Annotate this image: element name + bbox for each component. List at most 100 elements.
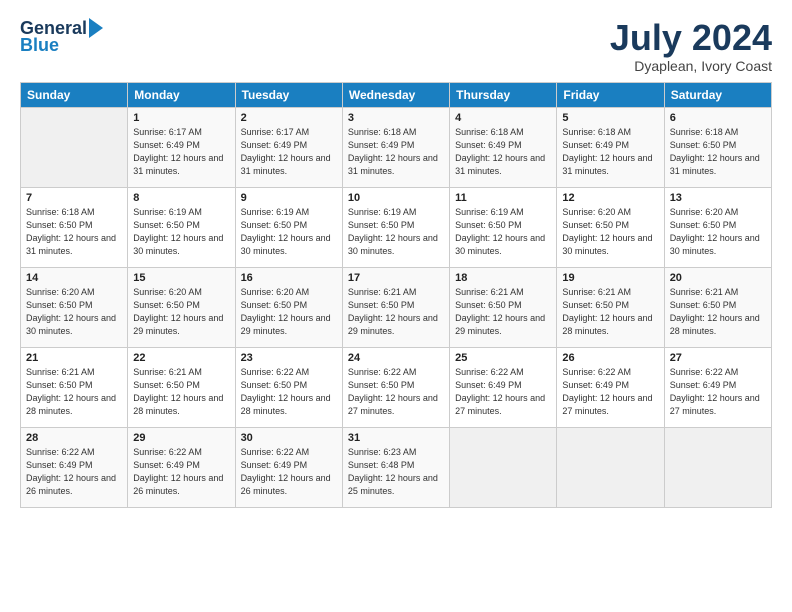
calendar-cell: 21 Sunrise: 6:21 AMSunset: 6:50 PMDayligh… <box>21 347 128 427</box>
cell-detail-text: Sunrise: 6:21 AMSunset: 6:50 PMDaylight:… <box>348 286 444 338</box>
cell-detail-text: Sunrise: 6:19 AMSunset: 6:50 PMDaylight:… <box>455 206 551 258</box>
calendar-cell: 20Sunrise: 6:21 AMSunset: 6:50 PMDayligh… <box>664 267 771 347</box>
cell-detail-text: Sunrise: 6:22 AMSunset: 6:49 PMDaylight:… <box>562 366 658 418</box>
calendar-week-row: 14 Sunrise: 6:20 AMSunset: 6:50 PMDayligh… <box>21 267 772 347</box>
calendar-cell <box>21 107 128 187</box>
calendar-cell: 5 Sunrise: 6:18 AMSunset: 6:49 PMDaylight… <box>557 107 664 187</box>
cell-detail-text: Sunrise: 6:19 AMSunset: 6:50 PMDaylight:… <box>133 206 229 258</box>
weekday-header-wednesday: Wednesday <box>342 82 449 107</box>
calendar-cell <box>557 427 664 507</box>
logo-arrow-icon <box>89 18 103 38</box>
calendar-cell: 24 Sunrise: 6:22 AMSunset: 6:50 PMDayligh… <box>342 347 449 427</box>
calendar-cell: 1 Sunrise: 6:17 AMSunset: 6:49 PMDaylight… <box>128 107 235 187</box>
title-area: July 2024 Dyaplean, Ivory Coast <box>610 18 772 74</box>
cell-detail-text: Sunrise: 6:20 AMSunset: 6:50 PMDaylight:… <box>562 206 658 258</box>
calendar-cell: 4 Sunrise: 6:18 AMSunset: 6:49 PMDaylight… <box>450 107 557 187</box>
day-number: 29 <box>133 432 229 444</box>
calendar-cell: 17 Sunrise: 6:21 AMSunset: 6:50 PMDayligh… <box>342 267 449 347</box>
cell-detail-text: Sunrise: 6:21 AMSunset: 6:50 PMDaylight:… <box>455 286 551 338</box>
calendar-cell: 10Sunrise: 6:19 AMSunset: 6:50 PMDayligh… <box>342 187 449 267</box>
calendar-cell <box>664 427 771 507</box>
day-number: 7 <box>26 192 122 204</box>
calendar-cell: 8 Sunrise: 6:19 AMSunset: 6:50 PMDaylight… <box>128 187 235 267</box>
day-number: 11 <box>455 192 551 204</box>
cell-detail-text: Sunrise: 6:20 AMSunset: 6:50 PMDaylight:… <box>133 286 229 338</box>
day-number: 17 <box>348 272 444 284</box>
calendar-cell: 29 Sunrise: 6:22 AMSunset: 6:49 PMDayligh… <box>128 427 235 507</box>
cell-detail-text: Sunrise: 6:22 AMSunset: 6:49 PMDaylight:… <box>133 446 229 498</box>
cell-detail-text: Sunrise: 6:21 AMSunset: 6:50 PMDaylight:… <box>26 366 122 418</box>
calendar-cell: 11 Sunrise: 6:19 AMSunset: 6:50 PMDayligh… <box>450 187 557 267</box>
day-number: 3 <box>348 112 444 124</box>
cell-detail-text: Sunrise: 6:18 AMSunset: 6:50 PMDaylight:… <box>670 126 766 178</box>
calendar-cell: 22 Sunrise: 6:21 AMSunset: 6:50 PMDayligh… <box>128 347 235 427</box>
calendar-cell: 7 Sunrise: 6:18 AMSunset: 6:50 PMDaylight… <box>21 187 128 267</box>
day-number: 26 <box>562 352 658 364</box>
cell-detail-text: Sunrise: 6:22 AMSunset: 6:49 PMDaylight:… <box>455 366 551 418</box>
day-number: 21 <box>26 352 122 364</box>
day-number: 25 <box>455 352 551 364</box>
calendar-cell: 28 Sunrise: 6:22 AMSunset: 6:49 PMDayligh… <box>21 427 128 507</box>
cell-detail-text: Sunrise: 6:22 AMSunset: 6:49 PMDaylight:… <box>26 446 122 498</box>
day-number: 6 <box>670 112 766 124</box>
cell-detail-text: Sunrise: 6:20 AMSunset: 6:50 PMDaylight:… <box>26 286 122 338</box>
day-number: 18 <box>455 272 551 284</box>
day-number: 23 <box>241 352 337 364</box>
header: General Blue July 2024 Dyaplean, Ivory C… <box>20 18 772 74</box>
weekday-header-friday: Friday <box>557 82 664 107</box>
calendar-cell: 31 Sunrise: 6:23 AMSunset: 6:48 PMDayligh… <box>342 427 449 507</box>
location-text: Dyaplean, Ivory Coast <box>610 58 772 74</box>
calendar-table: SundayMondayTuesdayWednesdayThursdayFrid… <box>20 82 772 508</box>
calendar-cell: 26 Sunrise: 6:22 AMSunset: 6:49 PMDayligh… <box>557 347 664 427</box>
cell-detail-text: Sunrise: 6:22 AMSunset: 6:49 PMDaylight:… <box>670 366 766 418</box>
day-number: 28 <box>26 432 122 444</box>
day-number: 4 <box>455 112 551 124</box>
weekday-header-saturday: Saturday <box>664 82 771 107</box>
weekday-header-row: SundayMondayTuesdayWednesdayThursdayFrid… <box>21 82 772 107</box>
calendar-week-row: 1 Sunrise: 6:17 AMSunset: 6:49 PMDaylight… <box>21 107 772 187</box>
cell-detail-text: Sunrise: 6:22 AMSunset: 6:50 PMDaylight:… <box>241 366 337 418</box>
calendar-cell: 3 Sunrise: 6:18 AMSunset: 6:49 PMDaylight… <box>342 107 449 187</box>
day-number: 22 <box>133 352 229 364</box>
calendar-cell: 2Sunrise: 6:17 AMSunset: 6:49 PMDaylight… <box>235 107 342 187</box>
day-number: 31 <box>348 432 444 444</box>
calendar-cell: 15 Sunrise: 6:20 AMSunset: 6:50 PMDayligh… <box>128 267 235 347</box>
day-number: 15 <box>133 272 229 284</box>
calendar-cell <box>450 427 557 507</box>
cell-detail-text: Sunrise: 6:19 AMSunset: 6:50 PMDaylight:… <box>348 206 444 258</box>
cell-detail-text: Sunrise: 6:18 AMSunset: 6:49 PMDaylight:… <box>348 126 444 178</box>
day-number: 27 <box>670 352 766 364</box>
day-number: 24 <box>348 352 444 364</box>
calendar-cell: 25 Sunrise: 6:22 AMSunset: 6:49 PMDayligh… <box>450 347 557 427</box>
cell-detail-text: Sunrise: 6:18 AMSunset: 6:50 PMDaylight:… <box>26 206 122 258</box>
logo: General Blue <box>20 18 103 56</box>
day-number: 30 <box>241 432 337 444</box>
cell-detail-text: Sunrise: 6:21 AMSunset: 6:50 PMDaylight:… <box>562 286 658 338</box>
cell-detail-text: Sunrise: 6:19 AMSunset: 6:50 PMDaylight:… <box>241 206 337 258</box>
cell-detail-text: Sunrise: 6:23 AMSunset: 6:48 PMDaylight:… <box>348 446 444 498</box>
weekday-header-sunday: Sunday <box>21 82 128 107</box>
calendar-cell: 19 Sunrise: 6:21 AMSunset: 6:50 PMDayligh… <box>557 267 664 347</box>
page: General Blue July 2024 Dyaplean, Ivory C… <box>0 0 792 612</box>
day-number: 12 <box>562 192 658 204</box>
day-number: 1 <box>133 112 229 124</box>
day-number: 14 <box>26 272 122 284</box>
cell-detail-text: Sunrise: 6:21 AMSunset: 6:50 PMDaylight:… <box>133 366 229 418</box>
cell-detail-text: Sunrise: 6:20 AMSunset: 6:50 PMDaylight:… <box>241 286 337 338</box>
calendar-cell: 16Sunrise: 6:20 AMSunset: 6:50 PMDayligh… <box>235 267 342 347</box>
cell-detail-text: Sunrise: 6:22 AMSunset: 6:50 PMDaylight:… <box>348 366 444 418</box>
day-number: 8 <box>133 192 229 204</box>
calendar-cell: 14 Sunrise: 6:20 AMSunset: 6:50 PMDayligh… <box>21 267 128 347</box>
calendar-cell: 23 Sunrise: 6:22 AMSunset: 6:50 PMDayligh… <box>235 347 342 427</box>
day-number: 5 <box>562 112 658 124</box>
cell-detail-text: Sunrise: 6:22 AMSunset: 6:49 PMDaylight:… <box>241 446 337 498</box>
cell-detail-text: Sunrise: 6:21 AMSunset: 6:50 PMDaylight:… <box>670 286 766 338</box>
cell-detail-text: Sunrise: 6:18 AMSunset: 6:49 PMDaylight:… <box>562 126 658 178</box>
day-number: 2 <box>241 112 337 124</box>
cell-detail-text: Sunrise: 6:20 AMSunset: 6:50 PMDaylight:… <box>670 206 766 258</box>
cell-detail-text: Sunrise: 6:17 AMSunset: 6:49 PMDaylight:… <box>133 126 229 178</box>
day-number: 19 <box>562 272 658 284</box>
calendar-cell: 12 Sunrise: 6:20 AMSunset: 6:50 PMDayligh… <box>557 187 664 267</box>
cell-detail-text: Sunrise: 6:18 AMSunset: 6:49 PMDaylight:… <box>455 126 551 178</box>
calendar-week-row: 21 Sunrise: 6:21 AMSunset: 6:50 PMDayligh… <box>21 347 772 427</box>
